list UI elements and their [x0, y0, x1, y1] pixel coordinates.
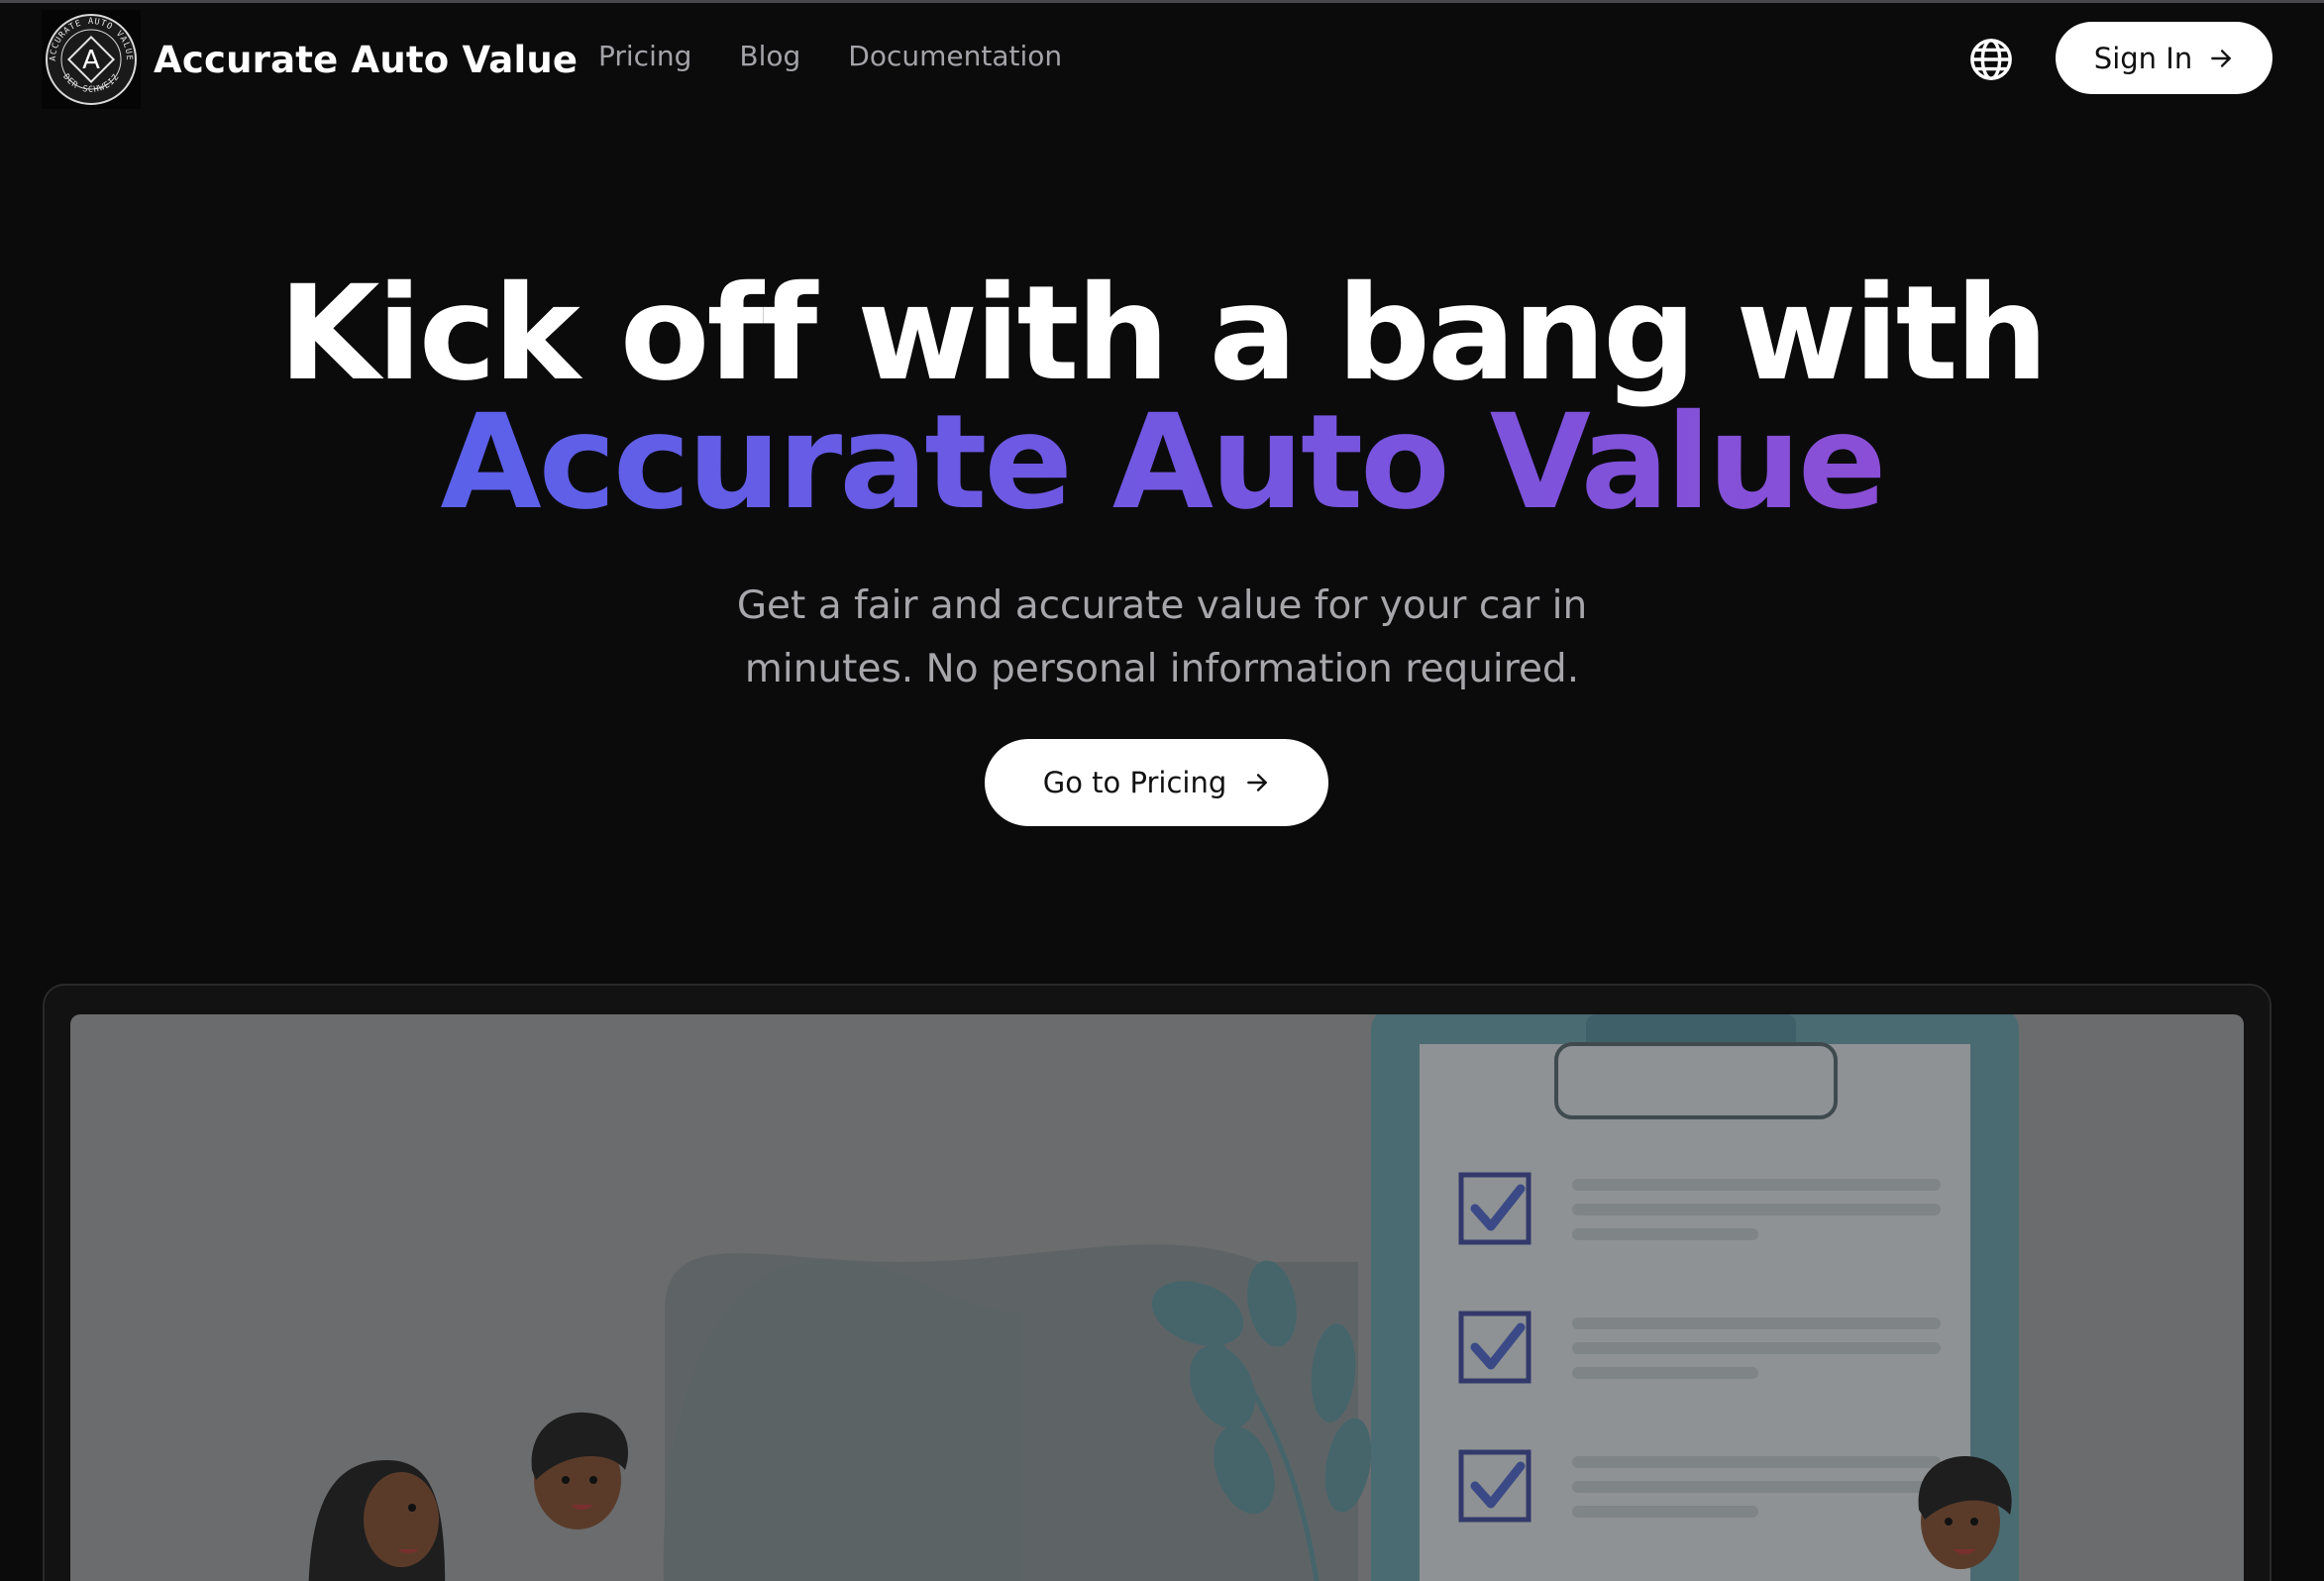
- nav-item-documentation[interactable]: Documentation: [848, 40, 1062, 72]
- preview-screen: [70, 1014, 2244, 1581]
- hero-subtitle: Get a fair and accurate value for your c…: [736, 583, 1588, 691]
- site-header: ACCURATE AUTO VALUE DER SCHWEIZ A Accura…: [0, 3, 2324, 112]
- arrow-right-icon: [1247, 774, 1268, 791]
- main-nav: Pricing Blog Documentation: [598, 40, 1062, 72]
- cta-label: Go to Pricing: [1042, 766, 1227, 799]
- nav-item-blog[interactable]: Blog: [739, 40, 800, 72]
- go-to-pricing-button[interactable]: Go to Pricing: [985, 739, 1328, 826]
- clipboard-checklist-illustration: [308, 1014, 2019, 1581]
- brand-name: Accurate Auto Value: [154, 38, 579, 81]
- landing-page: ACCURATE AUTO VALUE DER SCHWEIZ A Accura…: [0, 0, 2324, 1581]
- nav-item-pricing[interactable]: Pricing: [598, 40, 691, 72]
- logo-letter: A: [82, 46, 100, 75]
- person-woman-illustration: [308, 1460, 446, 1581]
- hero-title-brand: Accurate Auto Value: [440, 386, 1886, 539]
- hero-title: Kick off with a bang with Accurate Auto …: [0, 258, 2324, 539]
- person-man-illustration: [531, 1412, 629, 1529]
- brand-link[interactable]: ACCURATE AUTO VALUE DER SCHWEIZ A Accura…: [42, 10, 578, 109]
- sign-in-button[interactable]: Sign In: [2056, 22, 2272, 94]
- hero-title-line1: Kick off with a bang with: [278, 258, 2049, 410]
- logo-icon: ACCURATE AUTO VALUE DER SCHWEIZ A: [42, 10, 141, 109]
- sign-in-label: Sign In: [2093, 41, 2193, 75]
- arrow-right-icon: [2211, 49, 2232, 67]
- globe-icon[interactable]: [1968, 37, 2014, 82]
